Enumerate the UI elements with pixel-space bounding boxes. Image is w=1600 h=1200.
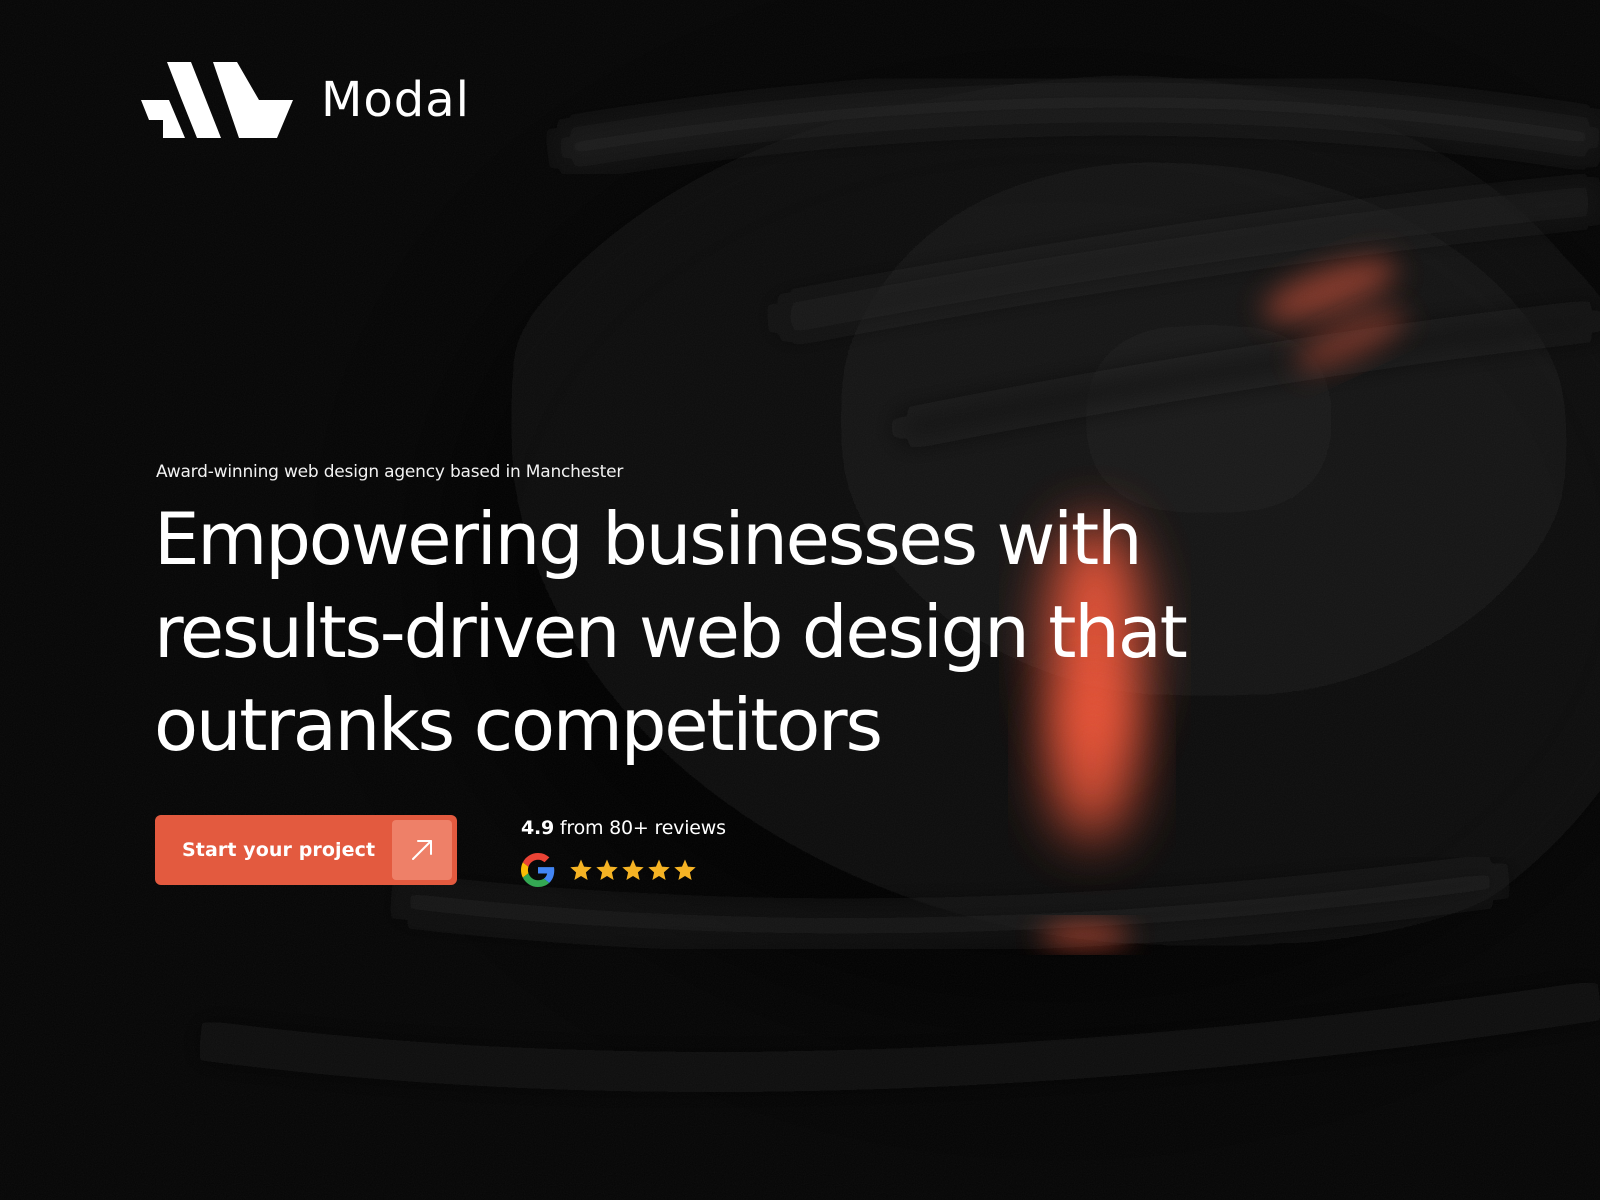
hero-headline: Empowering businesses with results-drive… [154,493,1454,772]
reviews-rating-row [521,853,726,887]
headline-line-1: Empowering businesses with [154,497,1143,581]
star-icon [570,859,592,880]
hero-eyebrow: Award-winning web design agency based in… [156,462,624,482]
star-rating [569,858,699,882]
star-icon [648,859,670,880]
reviews-score: 4.9 [521,817,555,839]
headline-line-3: outranks competitors [154,683,883,767]
brand-name: Modal [321,72,470,128]
reviews-count-text: from 80+ reviews [554,817,726,839]
star-icon [622,859,644,880]
brand-logo[interactable]: Modal [141,62,470,138]
landing-page: Modal Award-winning web design agency ba… [0,0,1600,1200]
google-icon [521,853,555,887]
star-icon [596,859,618,880]
reviews-text: 4.9 from 80+ reviews [521,817,726,839]
start-project-button[interactable]: Start your project [155,815,457,885]
headline-line-2: results-driven web design that [154,590,1188,674]
start-project-label: Start your project [182,839,376,861]
reviews-summary[interactable]: 4.9 from 80+ reviews [521,817,726,887]
modal-logo-mark-icon [141,62,293,138]
arrow-up-right-icon [392,820,452,880]
star-icon [674,859,696,880]
